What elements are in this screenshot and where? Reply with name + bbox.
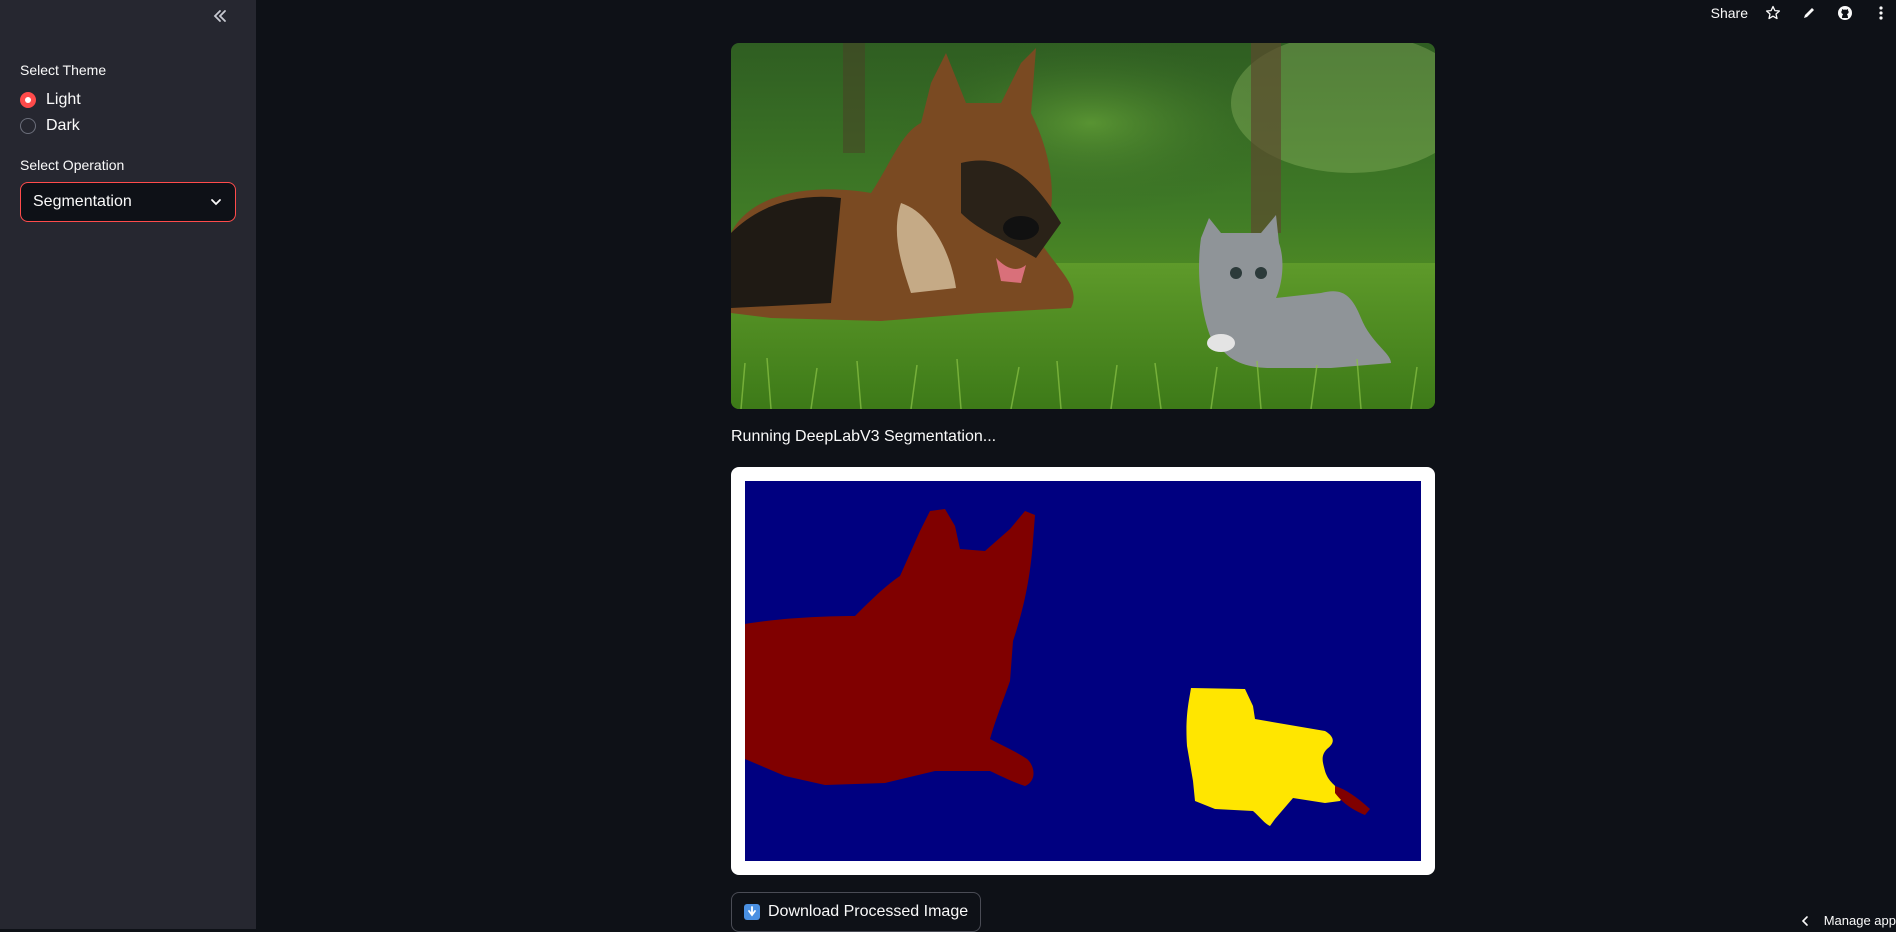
radio-unselected-icon xyxy=(20,118,36,134)
github-icon[interactable] xyxy=(1834,2,1856,24)
operation-select-value: Segmentation xyxy=(33,193,132,210)
input-image xyxy=(731,43,1435,409)
theme-option-label: Light xyxy=(46,91,81,108)
radio-selected-icon xyxy=(20,92,36,108)
star-icon[interactable] xyxy=(1762,2,1784,24)
chevron-down-icon xyxy=(211,199,221,206)
pencil-icon[interactable] xyxy=(1798,2,1820,24)
segmentation-mask xyxy=(745,481,1421,861)
more-vert-icon[interactable] xyxy=(1870,2,1892,24)
collapse-sidebar-button[interactable] xyxy=(208,4,232,28)
theme-label: Select Theme xyxy=(20,62,107,78)
double-chevron-left-icon xyxy=(213,10,226,22)
theme-option-dark[interactable]: Dark xyxy=(20,117,80,135)
dog-and-kitten-photo xyxy=(731,43,1435,409)
app-toolbar: Share xyxy=(1711,0,1896,26)
manage-app-label: Manage app xyxy=(1823,913,1896,928)
download-arrow-icon xyxy=(744,904,760,920)
download-processed-image-button[interactable]: Download Processed Image xyxy=(731,892,982,932)
status-message: Running DeepLabV3 Segmentation... xyxy=(731,428,997,445)
share-button[interactable]: Share xyxy=(1711,5,1748,21)
manage-app-button[interactable]: Manage app xyxy=(1800,913,1896,928)
operation-label: Select Operation xyxy=(20,157,125,173)
theme-option-label: Dark xyxy=(46,117,80,134)
download-button-label: Download Processed Image xyxy=(768,903,969,920)
chevron-left-icon xyxy=(1801,915,1808,926)
theme-option-light[interactable]: Light xyxy=(20,91,81,109)
segmentation-output-image xyxy=(731,467,1435,875)
operation-select[interactable]: Segmentation xyxy=(20,182,236,222)
sidebar: Select Theme Light Dark Select Operation… xyxy=(0,0,256,929)
